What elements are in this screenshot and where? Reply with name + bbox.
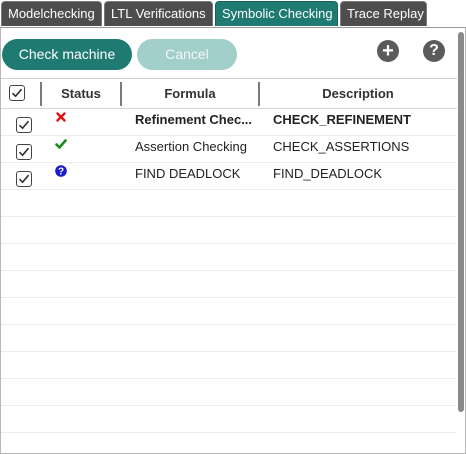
description-cell: FIND_DEADLOCK (273, 166, 383, 181)
add-formula-icon[interactable]: + (377, 40, 399, 62)
checkmark-icon (18, 120, 30, 130)
column-header-status[interactable]: Status (41, 79, 121, 108)
column-header-formula[interactable]: Formula (121, 79, 259, 108)
tab-trace-replay[interactable]: Trace Replay (340, 1, 427, 26)
description-cell: CHECK_REFINEMENT (273, 112, 411, 127)
check-machine-button[interactable]: Check machine (2, 39, 132, 70)
description-cell: CHECK_ASSERTIONS (273, 139, 410, 154)
svg-text:?: ? (58, 167, 64, 177)
table-body: Refinement Chec... CHECK_REFINEMENT Asse… (1, 109, 457, 453)
table-row[interactable]: ? FIND DEADLOCK FIND_DEADLOCK (1, 163, 457, 190)
help-icon[interactable]: ? (423, 40, 445, 62)
cross-icon (56, 112, 66, 122)
table-header: Status Formula Description (1, 79, 457, 109)
select-all-checkbox[interactable] (9, 85, 25, 101)
checkmark-icon (18, 174, 30, 184)
formula-cell: Assertion Checking (135, 139, 247, 154)
checkmark-icon (11, 88, 23, 98)
table-row[interactable]: Assertion Checking CHECK_ASSERTIONS (1, 136, 457, 163)
formula-cell: FIND DEADLOCK (135, 166, 241, 181)
tab-symbolic-checking[interactable]: Symbolic Checking (215, 1, 338, 26)
checkmark-icon (18, 147, 30, 157)
formula-cell: Refinement Chec... (135, 112, 253, 127)
tab-bar: Modelchecking LTL Verifications Symbolic… (0, 0, 466, 28)
table-row[interactable]: Refinement Chec... CHECK_REFINEMENT (1, 109, 457, 136)
question-icon: ? (55, 165, 67, 177)
scrollbar-thumb[interactable] (458, 32, 464, 412)
column-header-description[interactable]: Description (259, 79, 457, 108)
tab-modelchecking[interactable]: Modelchecking (1, 1, 102, 26)
tab-ltl-verifications[interactable]: LTL Verifications (104, 1, 213, 26)
row-enabled-checkbox[interactable] (16, 171, 32, 187)
symbolic-checking-window: Modelchecking LTL Verifications Symbolic… (0, 0, 466, 454)
symbolic-checking-panel: Check machine Cancel + ? Status Formula … (0, 28, 466, 454)
formula-table: Status Formula Description Refinement Ch… (1, 78, 457, 453)
cancel-button[interactable]: Cancel (137, 39, 237, 70)
row-enabled-checkbox[interactable] (16, 144, 32, 160)
row-enabled-checkbox[interactable] (16, 117, 32, 133)
check-icon (55, 139, 67, 149)
header-select-all (1, 79, 41, 108)
